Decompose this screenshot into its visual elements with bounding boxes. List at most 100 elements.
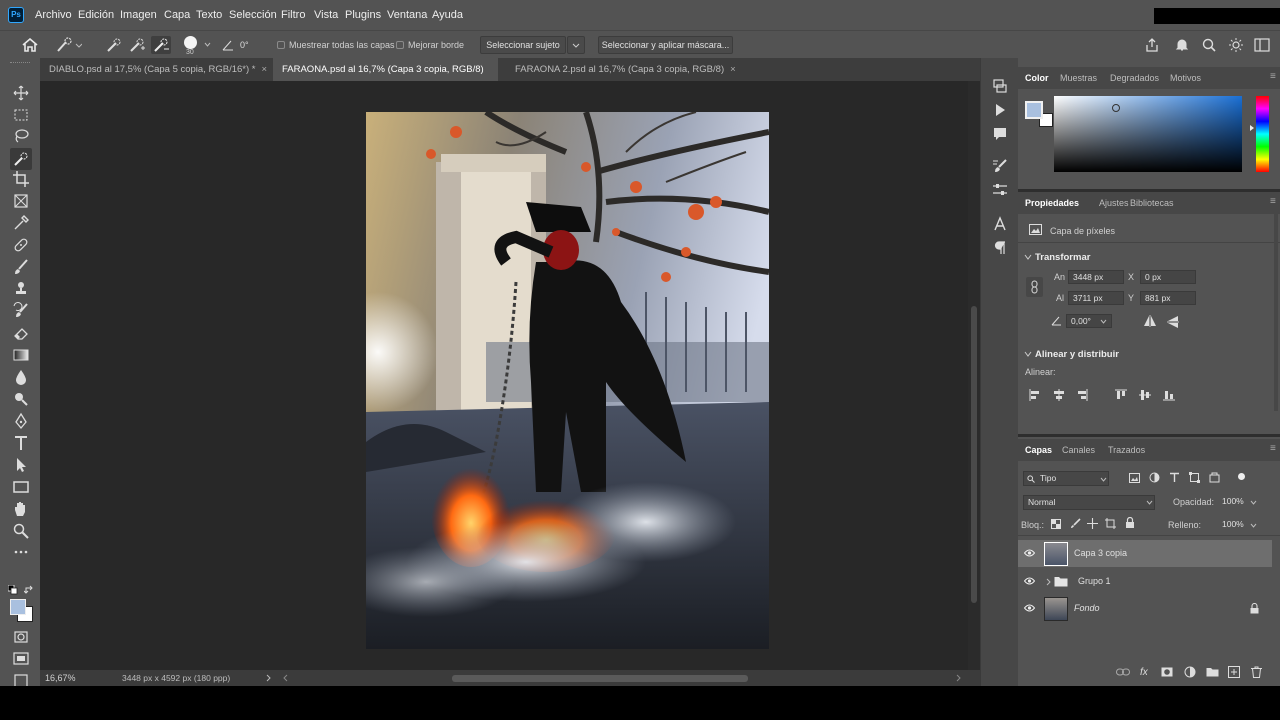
chevron-down-icon[interactable] bbox=[1100, 319, 1107, 324]
chevron-right-icon[interactable] bbox=[1046, 578, 1051, 586]
eyedropper-tool-icon[interactable] bbox=[12, 214, 30, 232]
notifications-icon[interactable] bbox=[1174, 37, 1190, 53]
share-icon[interactable] bbox=[1144, 37, 1160, 53]
align-left-icon[interactable] bbox=[1029, 389, 1041, 401]
filter-shape-icon[interactable] bbox=[1189, 472, 1200, 483]
character-icon[interactable] bbox=[992, 216, 1008, 232]
hand-tool-icon[interactable] bbox=[12, 500, 30, 518]
tab-muestras[interactable]: Muestras bbox=[1060, 73, 1097, 83]
layer-row-capa-3-copia[interactable]: Capa 3 copia bbox=[1018, 540, 1272, 567]
blend-mode-select[interactable]: Normal bbox=[1023, 495, 1155, 510]
panel-menu-icon[interactable]: ≡ bbox=[1270, 71, 1276, 82]
scroll-thumb[interactable] bbox=[971, 306, 977, 603]
history-brush-tool-icon[interactable] bbox=[12, 302, 30, 320]
tab-capas[interactable]: Capas bbox=[1025, 445, 1052, 455]
menu-texto[interactable]: Texto bbox=[196, 9, 222, 21]
align-middle-vertical-icon[interactable] bbox=[1139, 389, 1151, 401]
delete-layer-icon[interactable] bbox=[1251, 666, 1262, 678]
zoom-level[interactable]: 16,67% bbox=[45, 673, 76, 683]
tab-trazados[interactable]: Trazados bbox=[1108, 445, 1145, 455]
filter-type-icon[interactable] bbox=[1169, 472, 1180, 483]
height-field[interactable]: 3711 px bbox=[1068, 291, 1124, 305]
select-subject-dropdown[interactable] bbox=[567, 36, 585, 54]
visibility-eye-icon[interactable] bbox=[1024, 577, 1035, 585]
color-field[interactable] bbox=[1054, 96, 1242, 172]
chevron-down-icon[interactable] bbox=[1250, 523, 1257, 528]
adjustments-sliders-icon[interactable] bbox=[992, 182, 1008, 198]
chevron-down-icon[interactable] bbox=[204, 42, 211, 47]
home-icon[interactable] bbox=[22, 38, 38, 52]
frame-tool-icon[interactable] bbox=[12, 192, 30, 210]
quick-selection-tool-icon[interactable] bbox=[10, 148, 32, 170]
scroll-right-icon[interactable] bbox=[956, 674, 962, 682]
flip-vertical-icon[interactable] bbox=[1167, 315, 1179, 329]
add-to-selection-icon[interactable] bbox=[129, 37, 145, 53]
lock-transparent-icon[interactable] bbox=[1051, 519, 1061, 529]
tab-color[interactable]: Color bbox=[1025, 73, 1049, 83]
type-tool-icon[interactable] bbox=[12, 434, 30, 452]
path-selection-tool-icon[interactable] bbox=[12, 456, 30, 474]
lock-all-icon[interactable] bbox=[1125, 517, 1135, 529]
color-panel-foreground-swatch[interactable] bbox=[1025, 101, 1043, 119]
discover-icon[interactable] bbox=[1228, 37, 1244, 53]
pen-tool-icon[interactable] bbox=[12, 412, 30, 430]
quick-mask-icon[interactable] bbox=[12, 628, 30, 646]
properties-scrollbar[interactable] bbox=[1274, 206, 1278, 411]
document-canvas[interactable] bbox=[366, 112, 769, 649]
layer-row-fondo[interactable]: Fondo bbox=[1018, 595, 1272, 622]
menu-plugins[interactable]: Plugins bbox=[345, 9, 381, 21]
clone-stamp-tool-icon[interactable] bbox=[12, 280, 30, 298]
tab-faraona[interactable]: FARAONA.psd al 16,7% (Capa 3 copia, RGB/… bbox=[273, 58, 498, 98]
zoom-tool-icon[interactable] bbox=[12, 522, 30, 540]
filter-pixel-icon[interactable] bbox=[1129, 473, 1140, 483]
menu-ventana[interactable]: Ventana bbox=[387, 9, 427, 21]
layer-name[interactable]: Grupo 1 bbox=[1078, 576, 1111, 586]
menu-edicion[interactable]: Edición bbox=[78, 9, 114, 21]
tab-motivos[interactable]: Motivos bbox=[1170, 73, 1201, 83]
color-picker-marker[interactable] bbox=[1112, 104, 1120, 112]
menu-ayuda[interactable]: Ayuda bbox=[432, 9, 463, 21]
layer-name[interactable]: Capa 3 copia bbox=[1074, 548, 1127, 558]
chevron-down-icon[interactable] bbox=[1024, 351, 1032, 357]
layer-filter-select[interactable]: Tipo bbox=[1023, 471, 1109, 486]
align-bottom-icon[interactable] bbox=[1163, 389, 1175, 401]
healing-brush-tool-icon[interactable] bbox=[12, 236, 30, 254]
add-mask-icon[interactable] bbox=[1161, 667, 1173, 677]
new-group-icon[interactable] bbox=[1206, 667, 1219, 677]
new-layer-icon[interactable] bbox=[1228, 666, 1240, 678]
quick-selection-preset-icon[interactable] bbox=[56, 37, 82, 53]
menu-capa[interactable]: Capa bbox=[164, 9, 190, 21]
rectangle-tool-icon[interactable] bbox=[12, 478, 30, 496]
eraser-tool-icon[interactable] bbox=[12, 324, 30, 342]
select-subject-button[interactable]: Seleccionar sujeto bbox=[480, 36, 566, 54]
chevron-right-icon[interactable] bbox=[266, 674, 272, 682]
enhance-edge-checkbox[interactable] bbox=[396, 41, 404, 49]
tab-ajustes[interactable]: Ajustes bbox=[1099, 198, 1129, 208]
menu-vista[interactable]: Vista bbox=[314, 9, 338, 21]
layer-style-fx-icon[interactable]: fx bbox=[1140, 667, 1148, 678]
align-right-icon[interactable] bbox=[1076, 389, 1088, 401]
paragraph-icon[interactable] bbox=[992, 240, 1008, 256]
close-icon[interactable]: × bbox=[730, 64, 736, 75]
gradient-tool-icon[interactable] bbox=[12, 346, 30, 364]
chevron-down-icon[interactable] bbox=[1024, 254, 1032, 260]
search-icon[interactable] bbox=[1201, 37, 1217, 53]
opacity-field[interactable]: 100% bbox=[1218, 495, 1250, 509]
align-top-icon[interactable] bbox=[1115, 389, 1127, 401]
screen-mode-icon[interactable] bbox=[12, 650, 30, 668]
horizontal-scrollbar[interactable] bbox=[452, 675, 748, 682]
y-field[interactable]: 881 px bbox=[1140, 291, 1196, 305]
lock-position-icon[interactable] bbox=[1087, 518, 1098, 529]
visibility-eye-icon[interactable] bbox=[1024, 604, 1035, 612]
toolbar-grip[interactable] bbox=[10, 62, 30, 65]
scroll-left-icon[interactable] bbox=[282, 674, 288, 682]
new-adjustment-layer-icon[interactable] bbox=[1184, 666, 1196, 678]
filter-adjustment-icon[interactable] bbox=[1149, 472, 1160, 483]
width-field[interactable]: 3448 px bbox=[1068, 270, 1124, 284]
history-icon[interactable] bbox=[992, 78, 1008, 94]
chevron-down-icon[interactable] bbox=[1250, 500, 1257, 505]
lasso-tool-icon[interactable] bbox=[12, 127, 30, 145]
link-layers-icon[interactable] bbox=[1116, 668, 1130, 676]
tab-bibliotecas[interactable]: Bibliotecas bbox=[1130, 198, 1174, 208]
brush-settings-icon[interactable] bbox=[992, 158, 1008, 174]
